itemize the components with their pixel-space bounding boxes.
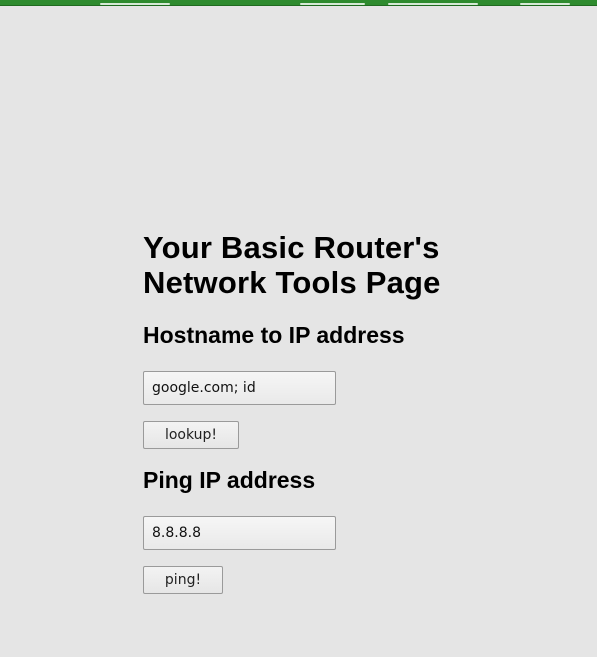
ping-ip-input[interactable]	[143, 516, 336, 550]
ping-section-heading: Ping IP address	[143, 467, 316, 493]
ping-button[interactable]: ping!	[143, 566, 223, 594]
top-bar-highlight	[520, 3, 570, 5]
hostname-input[interactable]	[143, 371, 336, 405]
network-tools-form: Your Basic Router's Network Tools Page H…	[143, 230, 563, 594]
top-bar-highlight	[100, 3, 170, 5]
page: Your Basic Router's Network Tools Page H…	[0, 0, 597, 657]
top-bar-highlight	[388, 3, 478, 5]
top-accent-bar	[0, 0, 597, 6]
top-bar-highlight	[300, 3, 365, 5]
page-title: Your Basic Router's Network Tools Page	[143, 230, 441, 300]
hostname-section-heading: Hostname to IP address	[143, 322, 405, 348]
lookup-button[interactable]: lookup!	[143, 421, 239, 449]
